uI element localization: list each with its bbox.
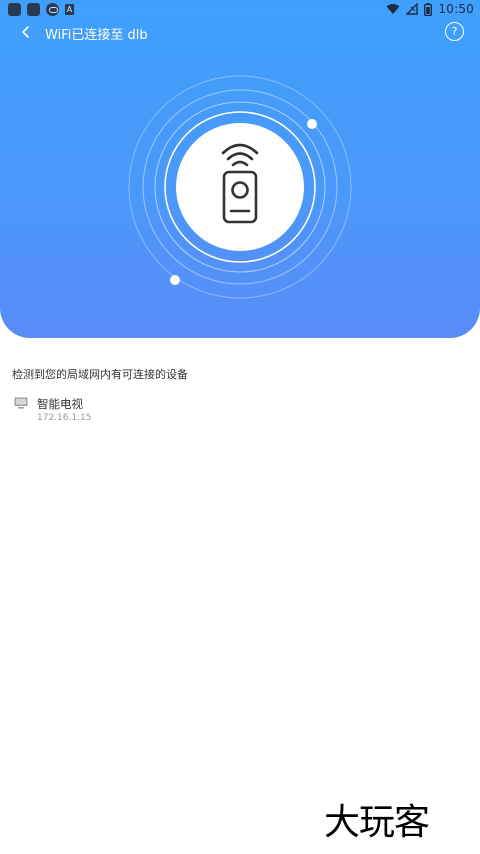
status-right-icons: 10:50 (386, 2, 474, 16)
device-list-item[interactable]: 智能电视 172.16.1.15 (12, 394, 468, 430)
tv-icon (14, 397, 28, 409)
remote-control-icon (221, 143, 259, 224)
wifi-icon (386, 4, 400, 14)
device-name: 智能电视 (37, 397, 83, 411)
app-square-icon (8, 3, 21, 16)
page-title: WiFi已连接至 dlb (45, 28, 148, 43)
devices-section-label: 检测到您的局域网内有可连接的设备 (12, 368, 188, 381)
status-left-icons: A (8, 3, 74, 16)
help-button[interactable]: ? (445, 22, 464, 41)
battery-icon (424, 2, 433, 16)
remote-circle (176, 123, 304, 251)
device-ip: 172.16.1.15 (37, 413, 92, 423)
app-square-icon (27, 3, 40, 16)
header-panel: A 10:50 WiFi已连接至 dlb ? (0, 0, 480, 338)
scan-radar (128, 75, 352, 299)
chevron-left-icon (22, 26, 29, 38)
back-button[interactable] (16, 22, 36, 42)
radar-dot (307, 119, 317, 129)
a-icon: A (65, 4, 74, 15)
signal-off-icon (406, 3, 419, 15)
status-time: 10:50 (438, 2, 474, 16)
watermark-logo: 大玩客 (324, 802, 430, 843)
radar-dot (170, 275, 180, 285)
top-bar: WiFi已连接至 dlb ? (0, 20, 480, 44)
status-bar: A 10:50 (0, 0, 480, 20)
cloud-icon (46, 3, 59, 16)
